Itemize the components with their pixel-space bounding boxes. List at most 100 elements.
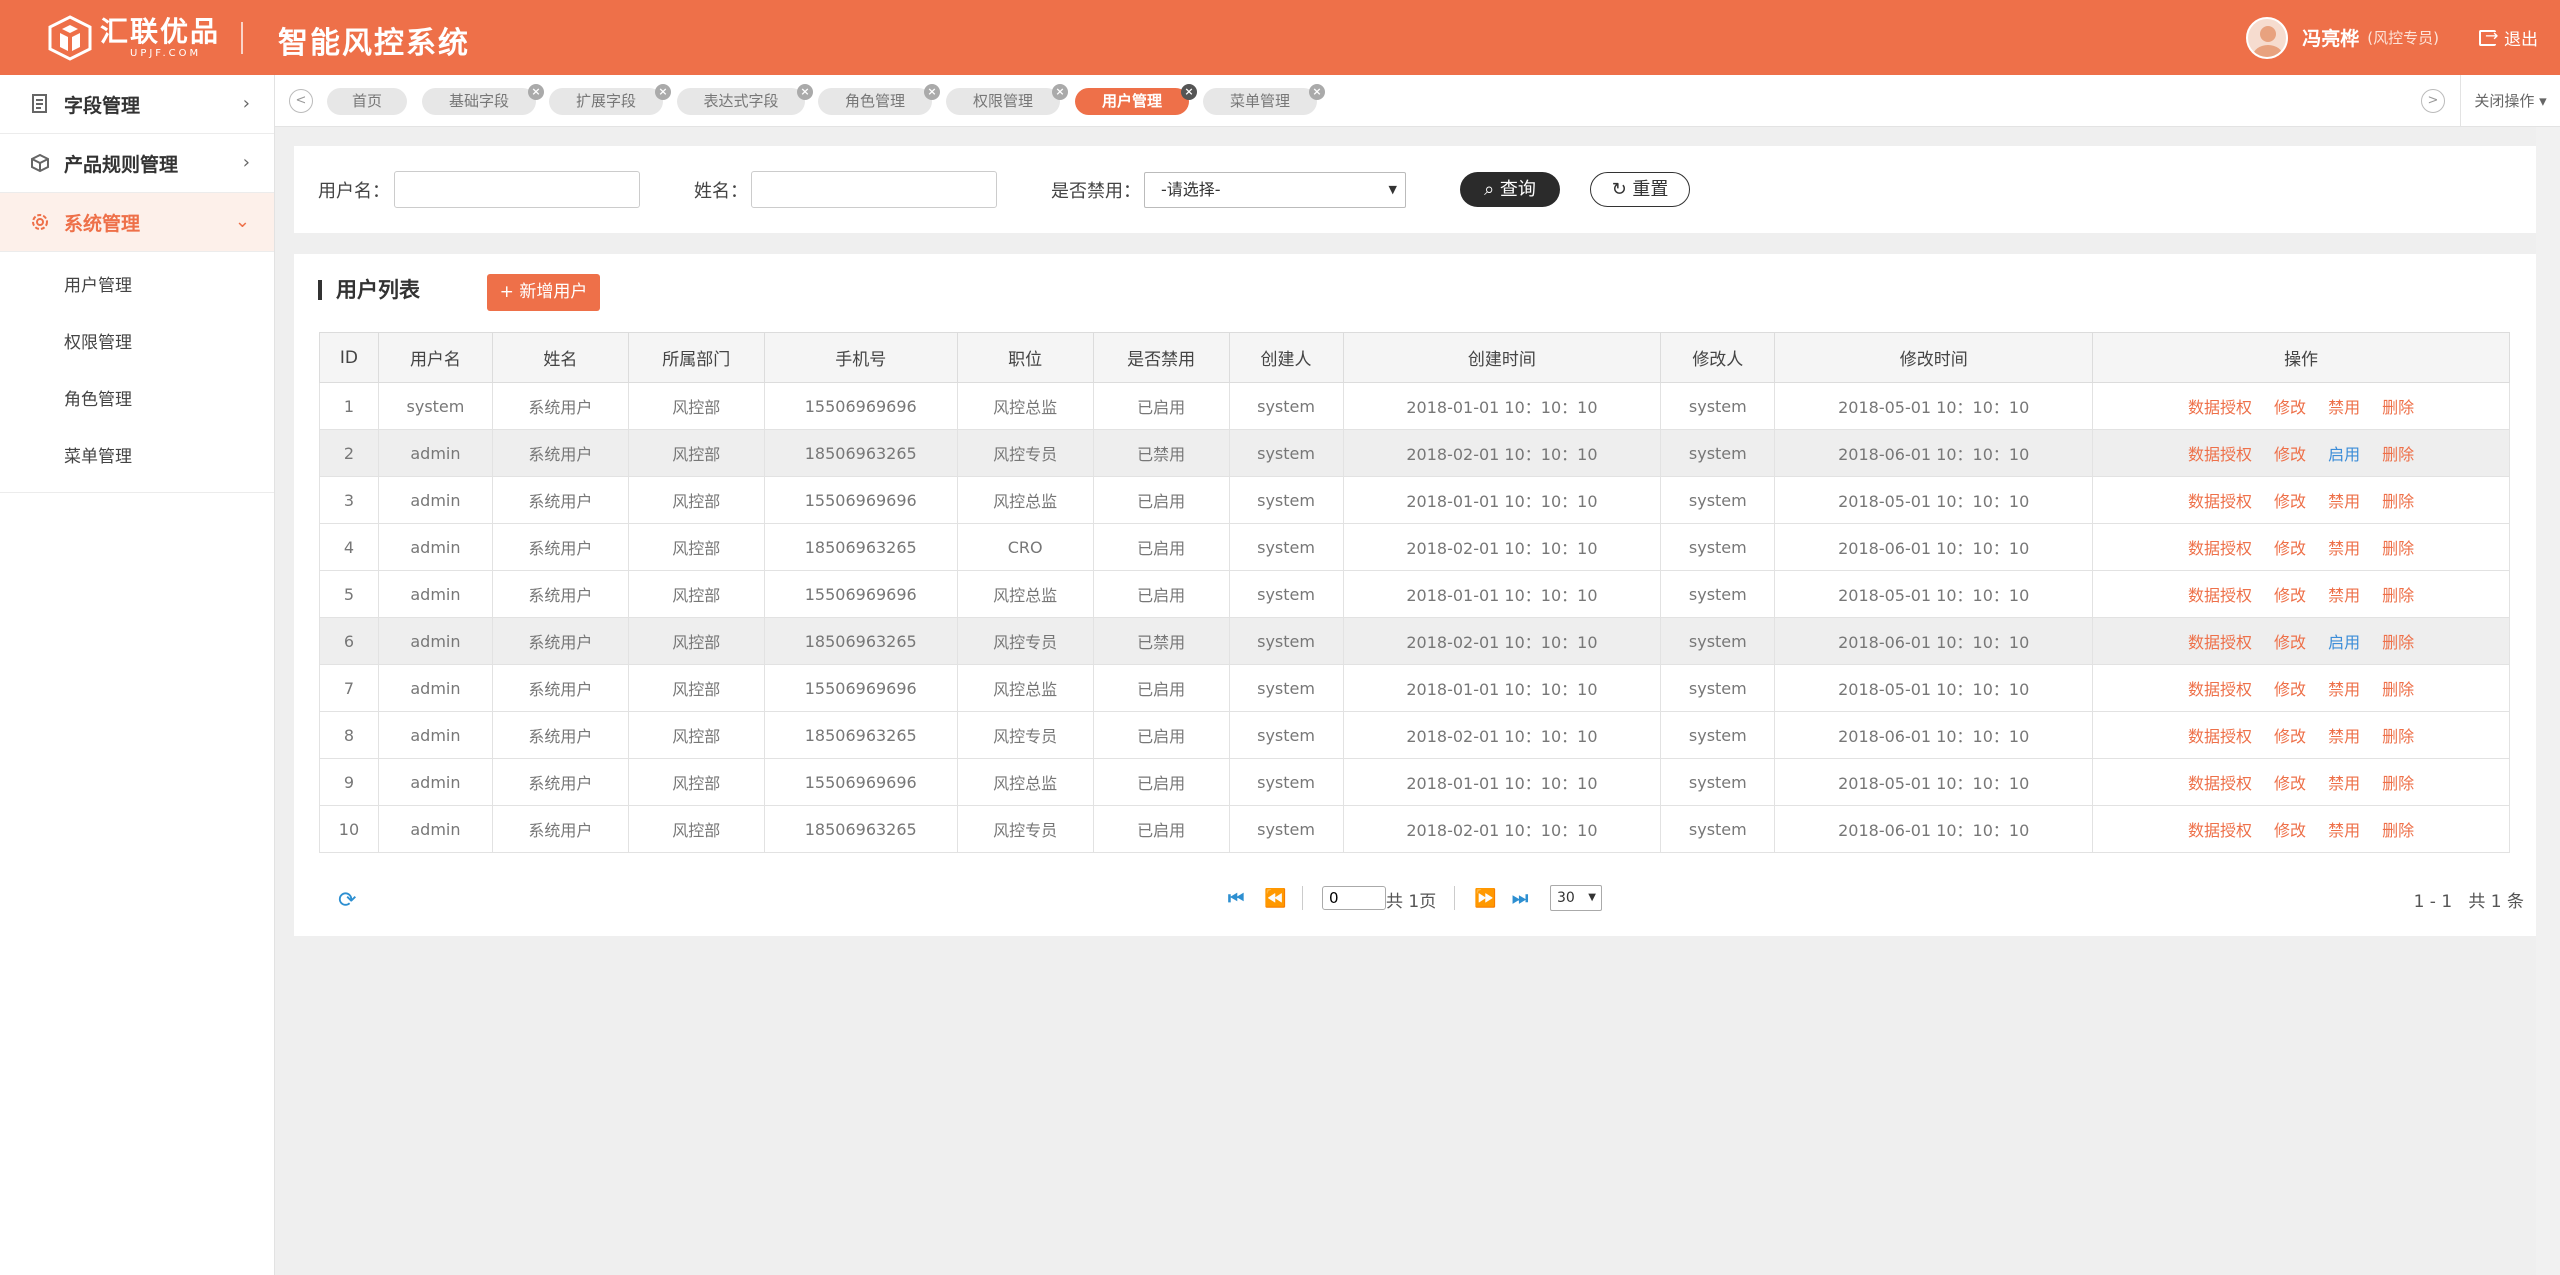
close-icon[interactable]: × <box>924 84 940 100</box>
tab-user-management[interactable]: 用户管理 × <box>1075 84 1197 115</box>
close-icon[interactable]: × <box>655 84 671 100</box>
submenu-item-permissions[interactable]: 权限管理 <box>0 315 274 372</box>
disable-link[interactable]: 禁用 <box>2328 586 2360 605</box>
cell-status: 已启用 <box>1092 711 1230 759</box>
last-page-icon[interactable]: ⏭ <box>1512 888 1528 909</box>
tab-role-management[interactable]: 角色管理 × <box>818 84 940 115</box>
edit-link[interactable]: 修改 <box>2274 445 2306 464</box>
logout-button[interactable]: 退出 <box>2479 25 2538 50</box>
delete-link[interactable]: 删除 <box>2382 398 2414 417</box>
close-icon[interactable]: × <box>1309 84 1325 100</box>
grant-data-link[interactable]: 数据授权 <box>2188 680 2252 699</box>
delete-link[interactable]: 删除 <box>2382 633 2414 652</box>
disable-link[interactable]: 禁用 <box>2328 539 2360 558</box>
disable-link[interactable]: 禁用 <box>2328 398 2360 417</box>
edit-link[interactable]: 修改 <box>2274 539 2306 558</box>
cell-modified: 2018-06-01 10：10：10 <box>1774 429 2094 477</box>
grant-data-link[interactable]: 数据授权 <box>2188 445 2252 464</box>
edit-link[interactable]: 修改 <box>2274 586 2306 605</box>
grant-data-link[interactable]: 数据授权 <box>2188 774 2252 793</box>
cell-name: 系统用户 <box>491 711 629 759</box>
disabled-select[interactable]: -请选择- ▼ <box>1144 172 1406 208</box>
query-button[interactable]: ⌕ 查询 <box>1460 172 1560 207</box>
submenu-item-menus[interactable]: 菜单管理 <box>0 429 274 486</box>
tab-scroll-left-button[interactable]: < <box>289 89 313 113</box>
edit-link[interactable]: 修改 <box>2274 492 2306 511</box>
delete-link[interactable]: 删除 <box>2382 680 2414 699</box>
prev-page-icon[interactable]: ⏪ <box>1264 888 1286 909</box>
username-input[interactable] <box>394 171 640 208</box>
close-icon[interactable]: × <box>528 84 544 100</box>
edit-link[interactable]: 修改 <box>2274 727 2306 746</box>
tab-extended-fields[interactable]: 扩展字段 × <box>549 84 671 115</box>
tab-home[interactable]: 首页 <box>327 88 407 115</box>
close-operations-dropdown[interactable]: 关闭操作 ▾ <box>2460 75 2560 127</box>
sidebar-item-system-management[interactable]: 系统管理 ⌄ <box>0 193 274 252</box>
pager-total: 共 1 条 <box>2468 892 2524 912</box>
delete-link[interactable]: 删除 <box>2382 445 2414 464</box>
sidebar-item-field-management[interactable]: 字段管理 › <box>0 75 274 134</box>
delete-link[interactable]: 删除 <box>2382 539 2414 558</box>
grant-data-link[interactable]: 数据授权 <box>2188 539 2252 558</box>
cell-position: 风控专员 <box>956 429 1094 477</box>
submenu-item-roles[interactable]: 角色管理 <box>0 372 274 429</box>
delete-link[interactable]: 删除 <box>2382 774 2414 793</box>
reset-button[interactable]: ↻ 重置 <box>1590 172 1690 207</box>
grant-data-link[interactable]: 数据授权 <box>2188 586 2252 605</box>
add-user-button[interactable]: + 新增用户 <box>487 274 600 311</box>
page-number-input[interactable] <box>1322 886 1386 910</box>
delete-link[interactable]: 删除 <box>2382 492 2414 511</box>
cell-position: 风控专员 <box>956 617 1094 665</box>
cell-creator: system <box>1228 570 1344 618</box>
enable-link[interactable]: 启用 <box>2328 633 2360 652</box>
first-page-icon[interactable]: ⏮ <box>1228 888 1244 909</box>
table-row: 6 admin 系统用户 风控部 18506963265 风控专员 已禁用 system 201… <box>319 617 2510 665</box>
edit-link[interactable]: 修改 <box>2274 633 2306 652</box>
edit-link[interactable]: 修改 <box>2274 680 2306 699</box>
disable-link[interactable]: 禁用 <box>2328 492 2360 511</box>
sidebar-item-product-rules[interactable]: 产品规则管理 › <box>0 134 274 193</box>
grant-data-link[interactable]: 数据授权 <box>2188 398 2252 417</box>
disable-link[interactable]: 禁用 <box>2328 680 2360 699</box>
disable-link[interactable]: 禁用 <box>2328 774 2360 793</box>
tab-scroll-right-button[interactable]: > <box>2421 89 2445 113</box>
cell-dept: 风控部 <box>627 711 765 759</box>
grant-data-link[interactable]: 数据授权 <box>2188 727 2252 746</box>
page-size-select[interactable]: 30 ▼ <box>1550 885 1602 911</box>
grant-data-link[interactable]: 数据授权 <box>2188 821 2252 840</box>
avatar[interactable] <box>2246 16 2289 59</box>
tab-permission-management[interactable]: 权限管理 × <box>946 84 1068 115</box>
delete-link[interactable]: 删除 <box>2382 727 2414 746</box>
grant-data-link[interactable]: 数据授权 <box>2188 492 2252 511</box>
tab-expression-fields[interactable]: 表达式字段 × <box>677 84 813 115</box>
cell-username: admin <box>377 570 493 618</box>
edit-link[interactable]: 修改 <box>2274 821 2306 840</box>
cell-status: 已启用 <box>1092 758 1230 806</box>
page-scrollbar[interactable] <box>2536 127 2560 1275</box>
cell-creator: system <box>1228 429 1344 477</box>
refresh-icon[interactable]: ⟳ <box>338 888 356 913</box>
submenu-item-users[interactable]: 用户管理 <box>0 258 274 315</box>
disable-link[interactable]: 禁用 <box>2328 727 2360 746</box>
cell-modified: 2018-06-01 10：10：10 <box>1774 523 2094 571</box>
tab-basic-fields[interactable]: 基础字段 × <box>422 84 544 115</box>
tab-menu-management[interactable]: 菜单管理 × <box>1203 84 1325 115</box>
delete-link[interactable]: 删除 <box>2382 821 2414 840</box>
realname-input[interactable] <box>751 171 997 208</box>
cell-modifier: system <box>1660 523 1776 571</box>
next-page-icon[interactable]: ⏩ <box>1474 888 1496 909</box>
grant-data-link[interactable]: 数据授权 <box>2188 633 2252 652</box>
enable-link[interactable]: 启用 <box>2328 445 2360 464</box>
close-icon[interactable]: × <box>797 84 813 100</box>
close-icon[interactable]: × <box>1181 84 1197 100</box>
disable-link[interactable]: 禁用 <box>2328 821 2360 840</box>
column-header: 修改人 <box>1660 332 1776 383</box>
logout-label: 退出 <box>2504 30 2538 50</box>
cell-created: 2018-01-01 10：10：10 <box>1342 664 1662 712</box>
close-icon[interactable]: × <box>1052 84 1068 100</box>
edit-link[interactable]: 修改 <box>2274 398 2306 417</box>
delete-link[interactable]: 删除 <box>2382 586 2414 605</box>
cell-name: 系统用户 <box>491 664 629 712</box>
edit-link[interactable]: 修改 <box>2274 774 2306 793</box>
disabled-select-value: -请选择- <box>1161 180 1221 199</box>
